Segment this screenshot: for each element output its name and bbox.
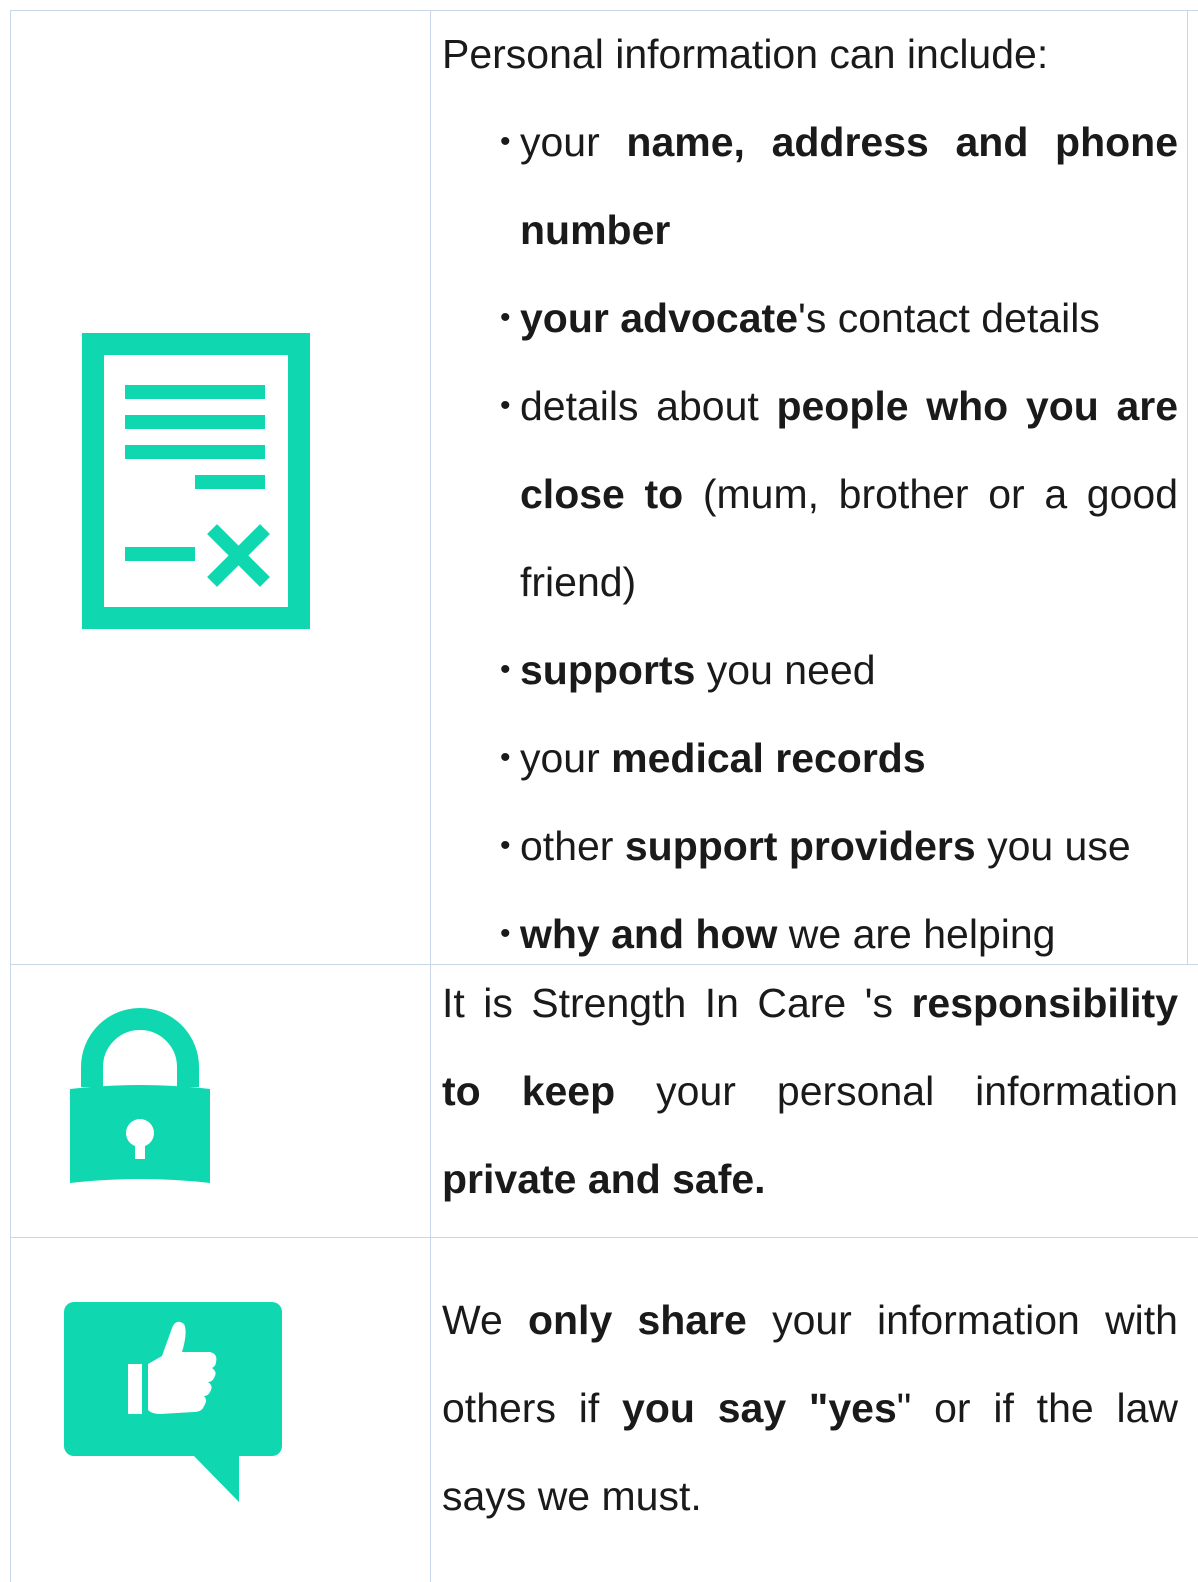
list-item: why and how we are helping [500,890,1178,964]
list-item: supports you need [500,626,1178,714]
list-item: details about people who you are close t… [500,362,1178,626]
icon-cell [10,1238,430,1582]
security-text: It is Strength In Care 's responsibility… [442,980,1178,1202]
list-item: other support providers you use [500,802,1178,890]
list-item: your name, address and phone number [500,98,1178,274]
table-row: We only share your information with othe… [10,1238,1198,1582]
list-item: your advocate's contact details [500,274,1178,362]
list-item: your medical records [500,714,1178,802]
info-table: Personal information can include: your n… [10,10,1198,1582]
icon-cell [10,10,430,964]
personal-info-list: your name, address and phone number your… [442,98,1178,964]
text-cell: It is Strength In Care 's responsibility… [442,965,1178,1237]
document-with-x-icon [82,333,310,629]
text-cell: We only share your information with othe… [442,1238,1178,1582]
intro-text: Personal information can include: [442,31,1049,77]
table-row: It is Strength In Care 's responsibility… [10,965,1198,1237]
thumbs-up-speech-bubble-icon [64,1302,282,1502]
padlock-icon [70,1008,210,1183]
text-cell: Personal information can include: your n… [442,10,1178,964]
sharing-text: We only share your information with othe… [442,1297,1178,1519]
table-row: Personal information can include: your n… [10,10,1198,964]
icon-cell [10,965,430,1237]
